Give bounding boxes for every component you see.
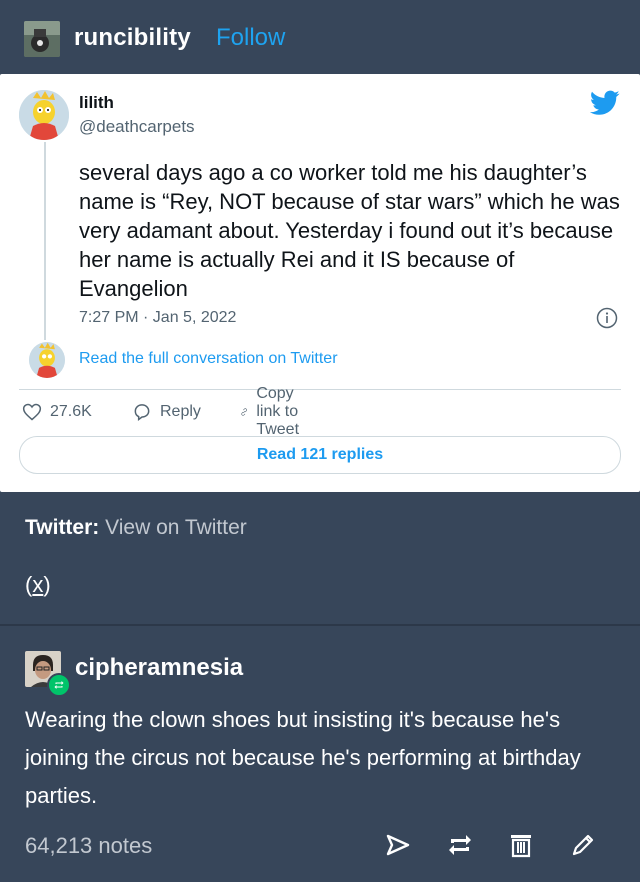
tweet-display-name[interactable]: lilith xyxy=(79,93,114,113)
edit-icon[interactable] xyxy=(569,831,597,859)
notes-count[interactable]: 64,213 notes xyxy=(25,833,152,859)
post-header: runcibility Follow xyxy=(0,0,640,74)
follow-button[interactable]: Follow xyxy=(216,24,285,52)
tweet-divider xyxy=(19,389,621,390)
source-x-text[interactable]: x xyxy=(32,572,43,597)
reblog-separator xyxy=(0,624,640,626)
copy-link-action[interactable]: Copy link to Tweet xyxy=(240,385,311,438)
reblogger-username[interactable]: cipheramnesia xyxy=(75,654,243,682)
tweet-avatar-small[interactable] xyxy=(29,342,65,378)
reblog-icon[interactable] xyxy=(446,831,474,859)
tweet-text: several days ago a co worker told me his… xyxy=(79,160,620,301)
reply-icon xyxy=(134,404,150,421)
reblog-badge-icon xyxy=(47,673,71,697)
like-action[interactable]: 27.6K xyxy=(22,400,92,424)
read-replies-button[interactable]: Read 121 replies xyxy=(19,436,621,474)
delete-icon[interactable] xyxy=(507,831,535,859)
author-username[interactable]: runcibility xyxy=(74,24,191,52)
read-conversation-link[interactable]: Read the full conversation on Twitter xyxy=(79,350,338,368)
copy-link-label: Copy link to Tweet xyxy=(256,385,300,438)
source-x-link[interactable]: (x) xyxy=(25,572,51,598)
heart-icon xyxy=(22,403,42,421)
author-avatar[interactable] xyxy=(24,21,60,57)
tweet-handle[interactable]: @deathcarpets xyxy=(79,117,195,137)
link-icon xyxy=(241,408,247,416)
source-label: Twitter: xyxy=(25,516,100,539)
reblog-text: Wearing the clown shoes but insisting it… xyxy=(25,707,581,808)
tweet-timestamp[interactable]: 7:27 PM · Jan 5, 2022 xyxy=(79,309,236,327)
info-icon[interactable] xyxy=(596,307,618,329)
source-line: Twitter: View on Twitter xyxy=(25,516,247,540)
share-icon[interactable] xyxy=(384,831,412,859)
view-on-twitter-link[interactable]: View on Twitter xyxy=(105,516,247,539)
like-count: 27.6K xyxy=(50,403,92,420)
thread-line xyxy=(44,142,46,340)
reply-action[interactable]: Reply xyxy=(132,400,201,424)
reply-label: Reply xyxy=(160,403,201,420)
tweet-embed: lilith @deathcarpets several days ago a … xyxy=(0,74,640,492)
tweet-avatar[interactable] xyxy=(19,90,69,140)
twitter-bird-icon[interactable] xyxy=(590,90,620,116)
